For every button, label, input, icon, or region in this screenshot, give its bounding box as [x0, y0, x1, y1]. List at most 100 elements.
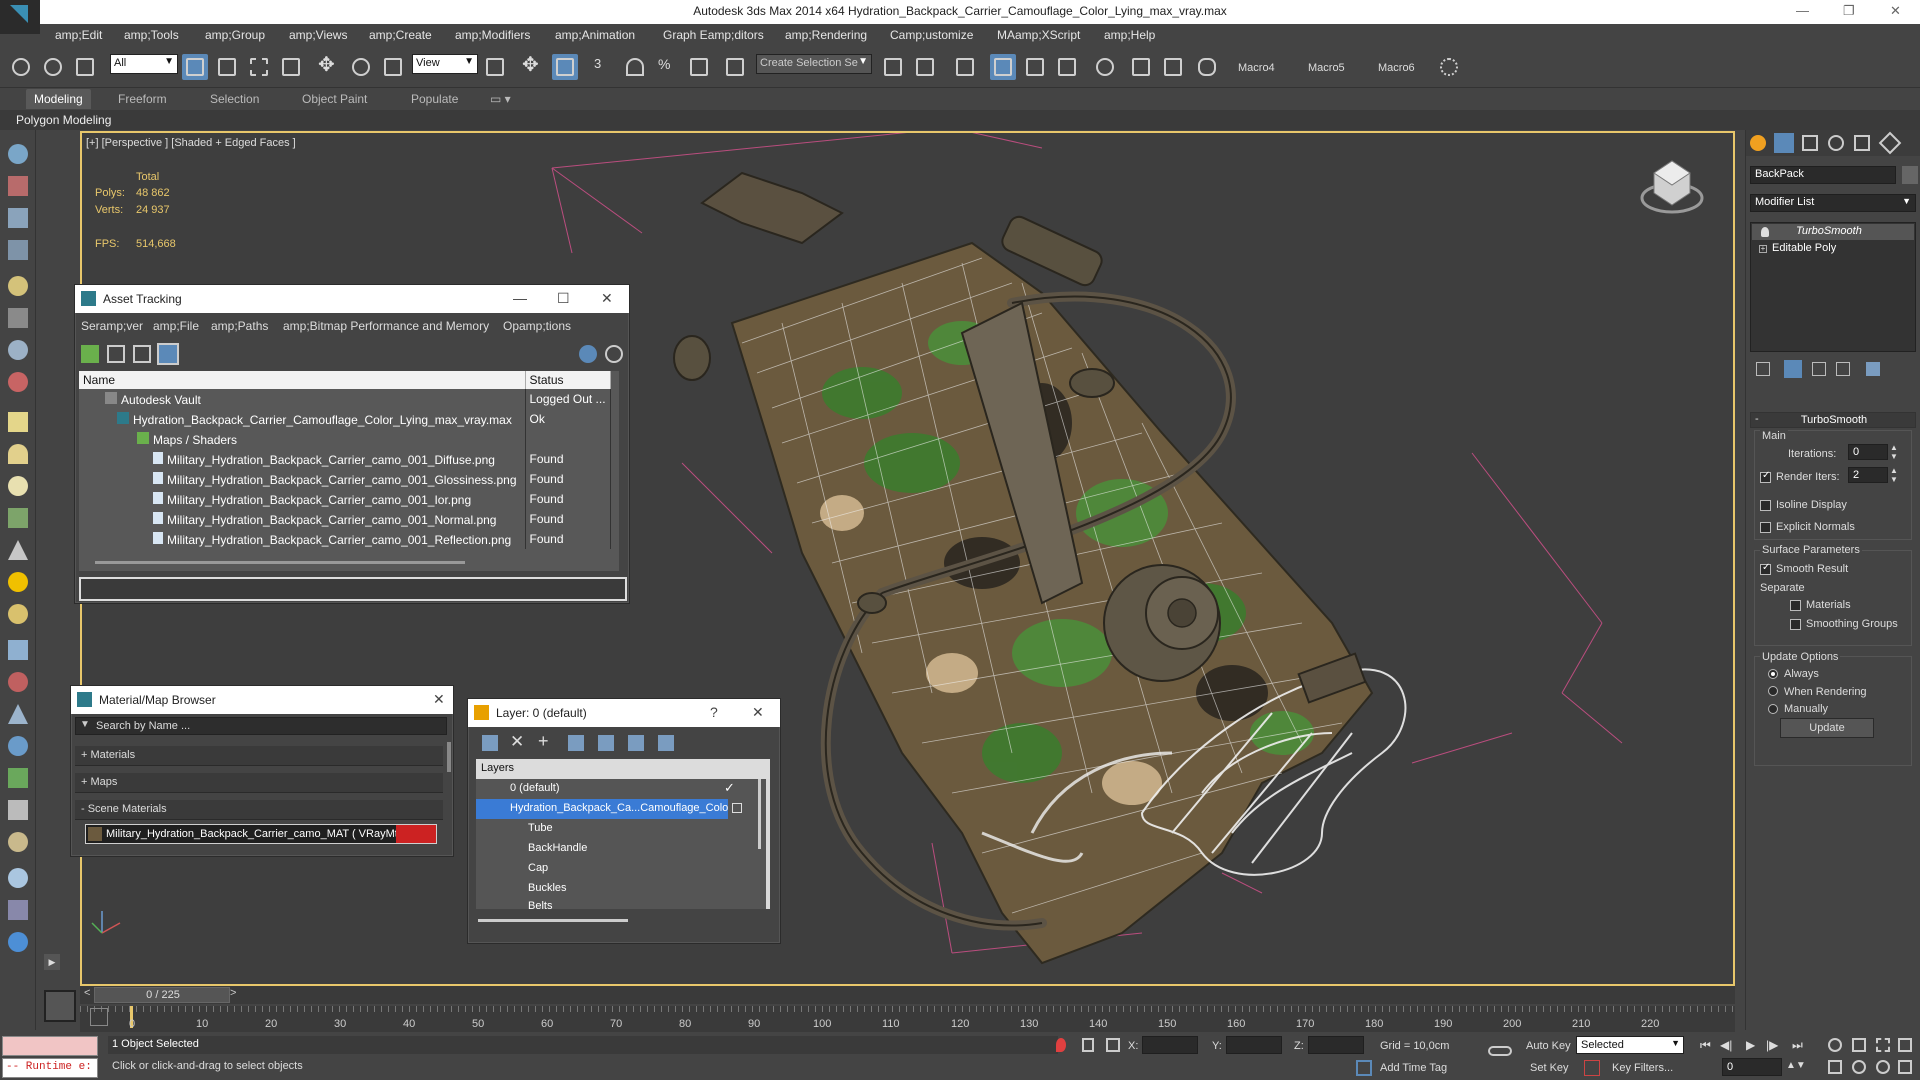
table-row[interactable]: Autodesk Vault Logged Out ... [79, 389, 611, 409]
menu-graph-editors[interactable]: Graph Eamp;ditors [663, 28, 764, 42]
percent-snap-icon[interactable]: % [654, 54, 680, 80]
vault-settings-icon[interactable] [605, 345, 623, 363]
select-highlighted-icon[interactable] [568, 735, 584, 751]
table-view-icon[interactable] [157, 343, 179, 365]
menu-help[interactable]: amp;Help [1104, 28, 1155, 42]
edit-named-selection-icon[interactable] [722, 54, 748, 80]
object-color-swatch[interactable] [1902, 166, 1918, 184]
link-icon[interactable] [8, 54, 34, 80]
turbosmooth-rollout-header[interactable]: - TurboSmooth [1750, 412, 1916, 428]
menu-tools[interactable]: amp;Tools [124, 28, 179, 42]
keyboard-shortcut-override-icon[interactable] [552, 54, 578, 80]
add-time-tag[interactable]: Add Time Tag [1380, 1062, 1447, 1074]
atom-icon[interactable] [8, 672, 28, 692]
particle-icon[interactable] [8, 372, 28, 392]
table-row[interactable]: Military_Hydration_Backpack_Carrier_camo… [79, 449, 611, 469]
layer-object-tube[interactable]: Tube [476, 819, 752, 839]
absolute-mode-icon[interactable] [1106, 1038, 1120, 1052]
spinner-arrows-icon[interactable]: ▲ ▼ [1890, 466, 1898, 484]
gear-icon[interactable] [1436, 54, 1462, 80]
open-mini-curve-editor-icon[interactable] [90, 1008, 108, 1026]
close-icon[interactable]: ✕ [1890, 3, 1901, 19]
close-icon[interactable]: ✕ [752, 704, 764, 721]
selection-filter-dropdown[interactable]: All ▼ [110, 54, 178, 74]
hierarchy-tab-icon[interactable] [1802, 135, 1818, 151]
render-production-icon[interactable] [1194, 54, 1220, 80]
orbit-icon[interactable] [1876, 1060, 1890, 1074]
dolly-icon[interactable] [8, 900, 28, 920]
torus-icon[interactable] [8, 604, 28, 624]
cone-icon[interactable] [8, 540, 28, 560]
configure-modifier-sets-icon[interactable] [1866, 362, 1880, 376]
time-slider-next-icon[interactable]: > [230, 987, 236, 999]
scale-icon[interactable] [380, 54, 406, 80]
object-name-field[interactable]: BackPack [1750, 166, 1896, 184]
selection-region-icon[interactable] [246, 54, 272, 80]
scene-materials-section[interactable]: - Scene Materials [75, 800, 443, 820]
snaps-toggle-icon[interactable]: 3 [590, 54, 616, 80]
bind-space-warp-icon[interactable] [72, 54, 98, 80]
selection-lock-icon[interactable] [1082, 1038, 1094, 1052]
materials-checkbox[interactable] [1790, 600, 1801, 611]
search-options-icon[interactable]: ▼ [80, 719, 90, 730]
maximize-icon[interactable]: ☐ [557, 290, 570, 307]
key-selection-dropdown[interactable]: Selected ▼ [1576, 1036, 1684, 1054]
layer-object-cap[interactable]: Cap [476, 859, 752, 879]
select-by-name-icon[interactable] [214, 54, 240, 80]
orbit-icon[interactable] [8, 868, 28, 888]
pivot-center-icon[interactable] [482, 54, 508, 80]
hide-all-icon[interactable] [628, 735, 644, 751]
table-row[interactable]: Military_Hydration_Backpack_Carrier_camo… [79, 529, 611, 549]
align-icon[interactable] [912, 54, 938, 80]
zoom-all-icon[interactable] [1852, 1038, 1866, 1052]
expand-arrow-icon[interactable]: ▶ [44, 954, 60, 970]
isolate-selection-icon[interactable] [1056, 1038, 1066, 1052]
foliage-icon[interactable] [8, 768, 28, 788]
table-row[interactable]: Military_Hydration_Backpack_Carrier_camo… [79, 489, 611, 509]
z-coordinate-field[interactable] [1308, 1036, 1364, 1054]
table-row[interactable]: Hydration_Backpack_Carrier_Camouflage_Co… [79, 409, 611, 429]
layer-object-belts[interactable]: Belts [476, 899, 752, 909]
make-unique-icon[interactable] [1812, 362, 1826, 376]
layer-item-hydration-backpack[interactable]: Hydration_Backpack_Ca...Camouflage_Color [476, 799, 728, 819]
zoom-extents-icon[interactable] [1876, 1038, 1890, 1052]
detail-view-icon[interactable] [133, 345, 151, 363]
asset-tracking-titlebar[interactable]: Asset Tracking — ☐ ✕ [75, 285, 629, 313]
render-preview-icon[interactable] [8, 932, 28, 952]
column-header-status[interactable]: Status [525, 371, 611, 389]
menu-rendering[interactable]: amp;Rendering [785, 28, 867, 42]
lightbulb-icon[interactable] [1761, 227, 1769, 237]
explicit-normals-checkbox[interactable] [1760, 522, 1771, 533]
time-slider-thumb[interactable]: 0 / 225 [94, 987, 230, 1003]
time-slider-prev-icon[interactable]: < [84, 987, 90, 999]
isoline-display-checkbox[interactable] [1760, 500, 1771, 511]
list-view-icon[interactable] [107, 345, 125, 363]
macro4-button[interactable]: Macro4 [1238, 62, 1275, 74]
vertical-scrollbar[interactable] [447, 742, 451, 772]
track-bar[interactable]: 0 10 20 30 40 50 60 70 80 90 100 110 120… [80, 1006, 1735, 1032]
named-selection-input[interactable]: Create Selection Se ▼ [756, 54, 872, 74]
material-browser-titlebar[interactable]: Material/Map Browser ✕ [71, 686, 453, 714]
stack-item-editable-poly[interactable]: Editable Poly [1752, 241, 1914, 257]
set-key-button[interactable]: Set Key [1530, 1062, 1569, 1074]
key-filters-button[interactable]: Key Filters... [1612, 1062, 1673, 1074]
graphite-toggle-icon[interactable] [990, 54, 1016, 80]
tab-freeform[interactable]: Freeform [118, 92, 167, 106]
iterations-spinner[interactable]: 0 [1848, 444, 1888, 460]
helper-icon[interactable] [8, 340, 28, 360]
y-coordinate-field[interactable] [1226, 1036, 1282, 1054]
macro5-button[interactable]: Macro5 [1308, 62, 1345, 74]
x-coordinate-field[interactable] [1142, 1036, 1198, 1054]
unlink-icon[interactable] [40, 54, 66, 80]
select-object-icon[interactable] [182, 54, 208, 80]
polygon-modeling-label[interactable]: Polygon Modeling [16, 113, 111, 127]
minimize-icon[interactable]: — [1796, 3, 1809, 18]
help-icon[interactable] [579, 345, 597, 363]
horizontal-scrollbar[interactable] [95, 561, 465, 564]
sun-icon[interactable] [8, 572, 28, 592]
globe-icon[interactable] [8, 736, 28, 756]
light-icon[interactable] [8, 276, 28, 296]
scene-explorer-icon[interactable] [8, 208, 28, 228]
layer-object-buckles[interactable]: Buckles [476, 879, 752, 899]
render-setup-icon[interactable] [1128, 54, 1154, 80]
